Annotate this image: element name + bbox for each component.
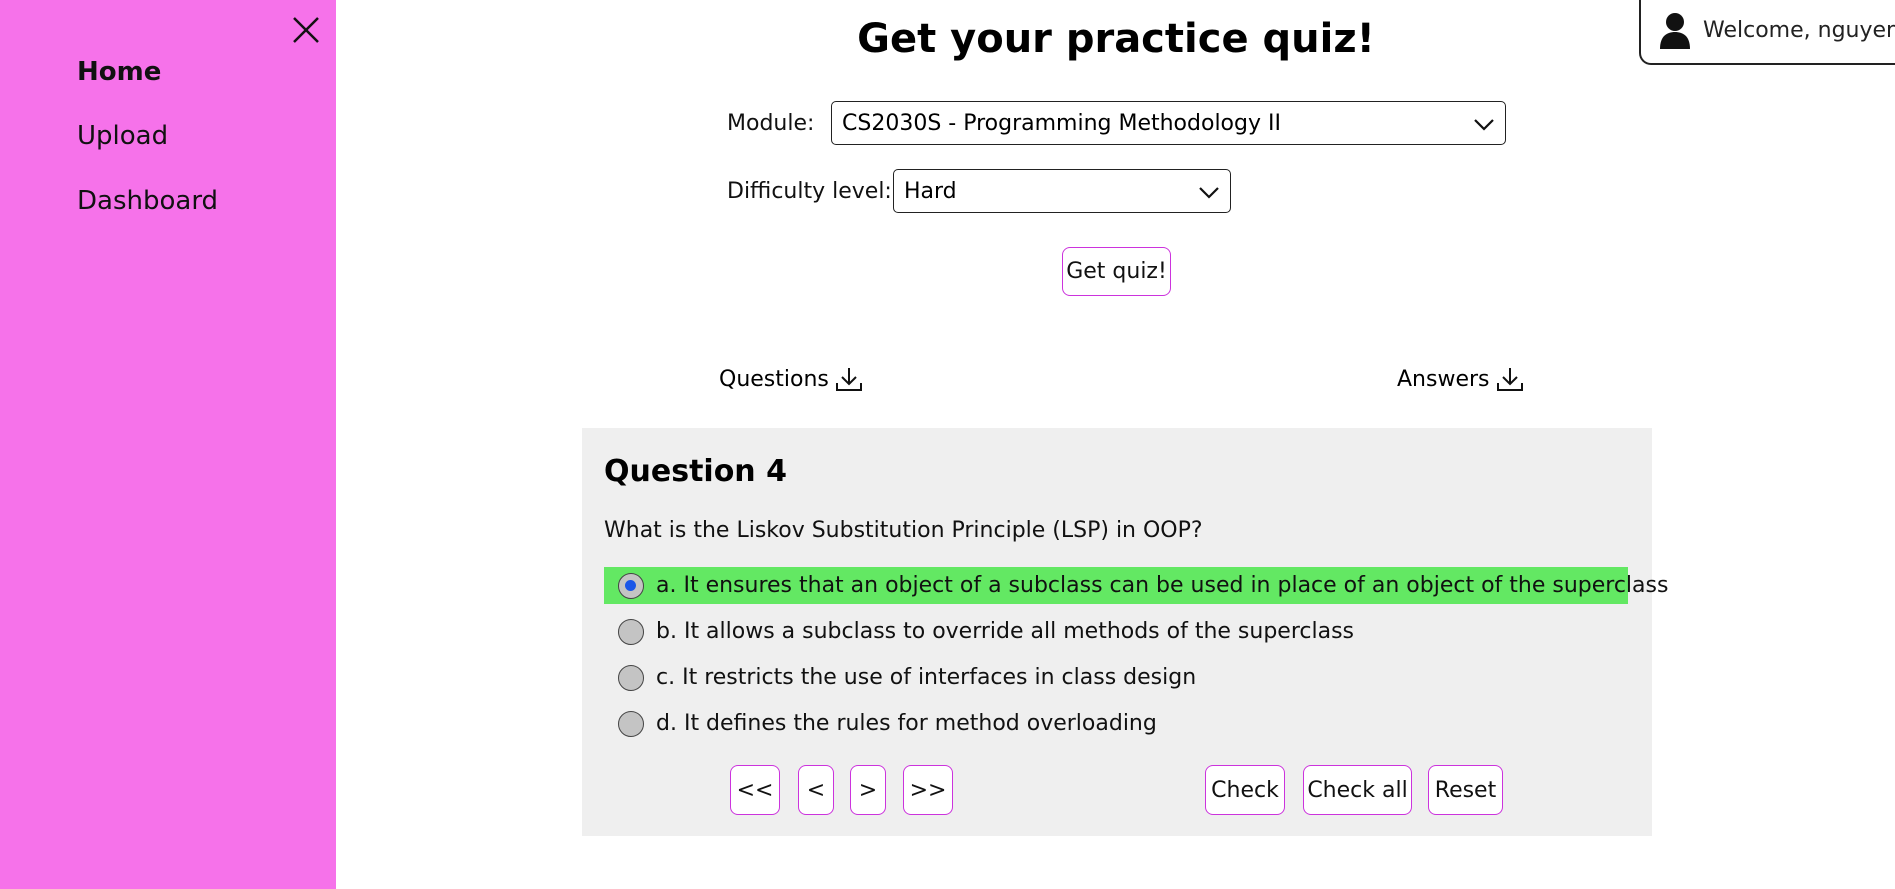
option-b-label: b. It allows a subclass to override all …: [656, 619, 1355, 644]
last-question-button[interactable]: >>: [903, 765, 953, 815]
module-select[interactable]: CS2030S - Programming Methodology II: [831, 101, 1506, 145]
quiz-card: Question 4 What is the Liskov Substituti…: [582, 428, 1668, 836]
radio-option-a[interactable]: [618, 572, 644, 599]
module-select-value: CS2030S - Programming Methodology II: [842, 110, 1281, 136]
close-sidebar-button[interactable]: [290, 14, 322, 46]
option-a[interactable]: a. It ensures that an object of a subcla…: [604, 567, 1668, 604]
download-questions-link[interactable]: Questions: [719, 365, 863, 393]
check-button[interactable]: Check: [1205, 765, 1285, 815]
answers-label: Answers: [1397, 366, 1490, 392]
radio-option-d[interactable]: [618, 710, 644, 737]
sidebar-item-dashboard[interactable]: Dashboard: [77, 186, 218, 216]
option-a-label: a. It ensures that an object of a subcla…: [656, 573, 1669, 598]
welcome-text: Welcome, nguyen: [1703, 18, 1895, 43]
difficulty-label: Difficulty level:: [727, 179, 892, 204]
get-quiz-button[interactable]: Get quiz!: [1062, 247, 1171, 296]
module-label: Module:: [727, 111, 815, 136]
question-title: Question 4: [604, 454, 787, 489]
download-answers-link[interactable]: Answers: [1397, 365, 1524, 393]
sidebar: Home Upload Dashboard: [0, 0, 336, 889]
chevron-down-icon: [1474, 119, 1494, 131]
option-c[interactable]: c. It restricts the use of interfaces in…: [604, 659, 1628, 696]
option-d[interactable]: d. It defines the rules for method overl…: [604, 705, 1628, 742]
check-all-button[interactable]: Check all: [1303, 765, 1412, 815]
sidebar-item-upload[interactable]: Upload: [77, 121, 168, 151]
radio-option-b[interactable]: [618, 618, 644, 645]
user-menu[interactable]: Welcome, nguyen: [1639, 0, 1895, 65]
option-b[interactable]: b. It allows a subclass to override all …: [604, 613, 1628, 650]
questions-label: Questions: [719, 366, 829, 392]
option-d-label: d. It defines the rules for method overl…: [656, 711, 1157, 736]
close-icon: [293, 17, 319, 43]
sidebar-item-home[interactable]: Home: [77, 57, 161, 87]
chevron-down-icon: [1199, 187, 1219, 199]
page-title: Get your practice quiz!: [857, 16, 1375, 62]
option-c-label: c. It restricts the use of interfaces in…: [656, 665, 1197, 690]
first-question-button[interactable]: <<: [730, 765, 780, 815]
difficulty-select-value: Hard: [904, 178, 957, 204]
next-question-button[interactable]: >: [850, 765, 886, 815]
download-icon: [1496, 368, 1523, 391]
reset-button[interactable]: Reset: [1428, 765, 1503, 815]
difficulty-select[interactable]: Hard: [893, 169, 1231, 213]
prev-question-button[interactable]: <: [798, 765, 834, 815]
question-text: What is the Liskov Substitution Principl…: [604, 518, 1203, 543]
user-icon: [1660, 12, 1690, 49]
radio-option-c[interactable]: [618, 664, 644, 691]
download-icon: [835, 368, 862, 391]
